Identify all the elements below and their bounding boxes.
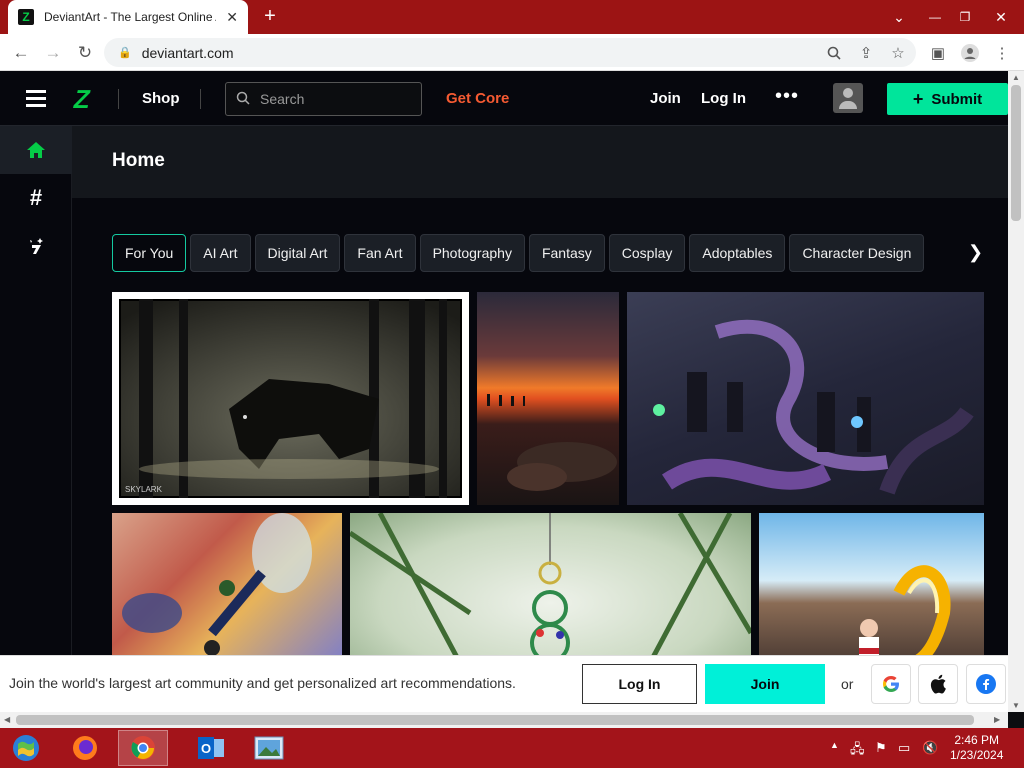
submit-label: Submit [931, 90, 983, 108]
windows-taskbar: O ▲ 🖧 ⚑ ▭ 🔇 2:46 PM 1/23/2024 [0, 728, 1024, 768]
facebook-login-icon[interactable] [966, 664, 1006, 704]
chip-cosplay[interactable]: Cosplay [608, 234, 686, 272]
chip-for-you[interactable]: For You [112, 234, 187, 272]
outlook-taskbar-icon[interactable]: O [186, 730, 236, 766]
page-title: Home [112, 150, 165, 171]
gallery-tile-chainmaille-ornament[interactable] [350, 513, 751, 656]
scroll-up-arrow-icon[interactable]: ▲ [1012, 73, 1020, 82]
submit-button[interactable]: + Submit [887, 83, 1008, 115]
browser-menu-icon[interactable]: ⋮ [990, 41, 1014, 65]
zoom-search-icon[interactable] [822, 41, 846, 65]
ai-wand-nav-icon[interactable] [0, 222, 72, 270]
back-button[interactable]: ← [8, 40, 34, 66]
vertical-scrollbar[interactable]: ▲ ▼ [1008, 71, 1024, 712]
chips-next-chevron-icon[interactable]: ❯ [968, 242, 983, 263]
category-chips: For You AI Art Digital Art Fan Art Photograp… [112, 234, 982, 272]
taskbar-clock[interactable]: 2:46 PM 1/23/2024 [950, 733, 1003, 763]
chip-fantasy[interactable]: Fantasy [528, 234, 605, 272]
hamburger-menu-icon[interactable] [26, 90, 46, 108]
window-close-button[interactable]: ✕ [978, 0, 1024, 34]
chip-character-design[interactable]: Character Design [789, 234, 925, 272]
promo-or-text: or [841, 676, 854, 692]
artwork-signature: SKYLARK [125, 485, 163, 494]
divider [200, 89, 201, 109]
search-input[interactable] [260, 91, 400, 107]
fantasy-battle-artwork [653, 319, 974, 495]
chrome-taskbar-icon[interactable] [118, 730, 168, 766]
plus-icon: + [912, 88, 924, 109]
start-button-icon[interactable] [2, 730, 50, 766]
horizontal-scroll-thumb[interactable] [16, 715, 974, 725]
wolf-forest-artwork: SKYLARK [117, 297, 464, 500]
reload-button[interactable]: ↻ [72, 40, 98, 66]
url-text: deviantart.com [141, 44, 234, 61]
chip-ai-art[interactable]: AI Art [190, 234, 251, 272]
get-core-link[interactable]: Get Core [446, 90, 509, 107]
google-login-icon[interactable] [871, 664, 911, 704]
chip-fan-art[interactable]: Fan Art [344, 234, 416, 272]
promo-text: Join the world's largest art community a… [9, 675, 516, 691]
new-tab-button[interactable]: + [258, 4, 282, 28]
tab-close-icon[interactable]: ✕ [226, 9, 238, 26]
omnibox[interactable]: 🔒 deviantart.com [104, 38, 916, 67]
chip-adoptables[interactable]: Adoptables [689, 234, 786, 272]
home-nav-icon[interactable] [0, 126, 72, 174]
scroll-right-arrow-icon[interactable]: ▶ [994, 715, 1000, 724]
flag-tray-icon[interactable]: ⚑ [875, 740, 887, 756]
scroll-left-arrow-icon[interactable]: ◀ [4, 715, 10, 724]
site-header: Z Shop Get Core Join Log In ••• + Submit [0, 71, 1008, 126]
bookmark-star-icon[interactable]: ☆ [886, 41, 910, 65]
promo-login-button[interactable]: Log In [582, 664, 697, 704]
browser-toolbar: ← → ↻ 🔒 deviantart.com ⇪ ☆ ▣ ⋮ [0, 34, 1024, 71]
dragonfly-artwork [122, 513, 312, 656]
deviantart-logo-icon[interactable]: Z [71, 84, 93, 115]
browser-tab[interactable]: Z DeviantArt - The Largest Online Art Ga… [8, 0, 248, 34]
gallery-tile-fantasy-battle[interactable] [627, 292, 984, 505]
gallery-tile-sunset-sea[interactable] [477, 292, 619, 505]
avatar[interactable] [833, 83, 863, 113]
chip-digital-art[interactable]: Digital Art [254, 234, 341, 272]
shop-link[interactable]: Shop [142, 90, 180, 107]
apple-login-icon[interactable] [918, 664, 958, 704]
svg-text:O: O [201, 741, 211, 756]
chip-photography[interactable]: Photography [419, 234, 525, 272]
search-icon [236, 91, 250, 108]
gallery-tile-cosplay-fire[interactable] [759, 513, 984, 656]
clock-date: 1/23/2024 [950, 748, 1004, 762]
profile-icon[interactable] [958, 41, 982, 65]
chainmaille-artwork [350, 513, 751, 656]
divider [118, 89, 119, 109]
share-icon[interactable]: ⇪ [854, 41, 878, 65]
tray-overflow-chevron-icon[interactable]: ▲ [830, 740, 839, 750]
network-tray-icon[interactable]: 🖧 [850, 740, 865, 762]
clock-time: 2:46 PM [954, 733, 1000, 747]
lock-icon[interactable]: 🔒 [118, 46, 132, 59]
horizontal-scrollbar[interactable]: ◀ ▶ [0, 712, 1008, 728]
left-rail: # [0, 126, 72, 656]
volume-muted-tray-icon[interactable]: 🔇 [922, 740, 938, 756]
join-link[interactable]: Join [650, 90, 681, 107]
display-tray-icon[interactable]: ▭ [898, 740, 910, 756]
photos-taskbar-icon[interactable] [244, 730, 294, 766]
firefox-taskbar-icon[interactable] [60, 730, 110, 766]
scroll-down-arrow-icon[interactable]: ▼ [1012, 701, 1020, 710]
login-link[interactable]: Log In [701, 90, 746, 107]
more-options-icon[interactable]: ••• [775, 85, 799, 108]
sunset-artwork [487, 394, 617, 491]
vertical-scroll-thumb[interactable] [1011, 85, 1021, 221]
browser-tab-bar: Z DeviantArt - The Largest Online Art Ga… [0, 0, 1024, 34]
forward-button[interactable]: → [40, 40, 66, 66]
main-content: Home For You AI Art Digital Art Fan Art Phot… [72, 126, 1008, 656]
gallery-tile-dragonfly-watercolor[interactable] [112, 513, 342, 656]
promo-join-button[interactable]: Join [705, 664, 825, 704]
side-panel-icon[interactable]: ▣ [926, 41, 950, 65]
deviantart-favicon-icon: Z [18, 9, 34, 25]
tab-title: DeviantArt - The Largest Online Art Gall… [44, 10, 216, 24]
page-header: Home [72, 126, 1008, 198]
cosplay-artwork [859, 565, 951, 656]
search-box[interactable] [225, 82, 422, 116]
join-promo-bar: Join the world's largest art community a… [0, 655, 1008, 712]
hashtag-nav-icon[interactable]: # [0, 174, 72, 222]
gallery-tile-wolf-forest[interactable]: SKYLARK [112, 292, 469, 505]
